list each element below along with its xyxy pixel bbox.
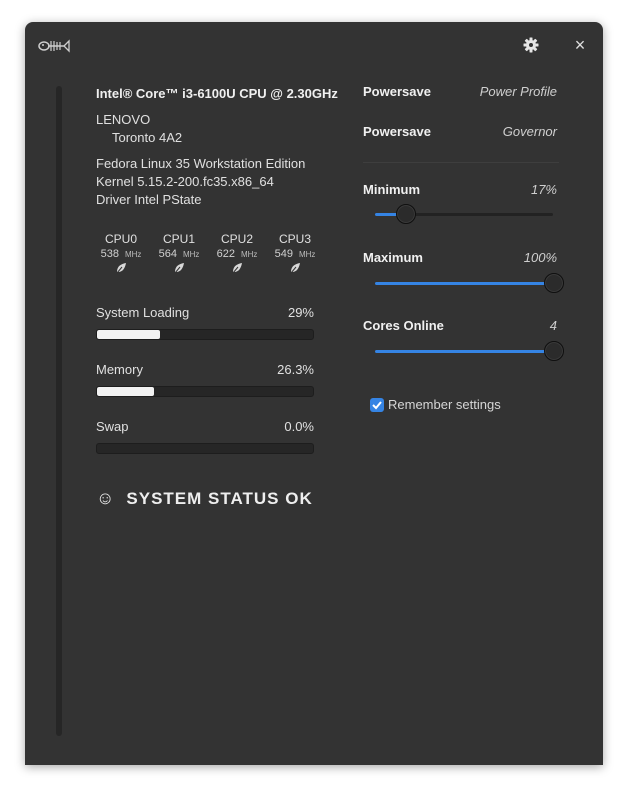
cpu-freq-value: 538	[100, 248, 119, 260]
cores-online-value: 4	[549, 318, 557, 333]
app-window: × Intel® Core™ i3-6100U CPU @ 2.30GHz LE…	[25, 22, 603, 765]
maximum-slider[interactable]	[375, 273, 564, 295]
cpu-freq: 622 MHz	[208, 248, 266, 260]
power-profile-value[interactable]: Powersave	[363, 84, 431, 99]
settings-button[interactable]	[522, 36, 540, 54]
smiley-icon: ☺	[96, 488, 115, 508]
cpu-freq: 564 MHz	[150, 248, 208, 260]
gear-icon	[523, 37, 539, 53]
driver-name: Driver Intel PState	[96, 192, 202, 207]
meter-value: 29%	[287, 305, 314, 320]
leaf-icon	[290, 263, 300, 274]
maximum-value: 100%	[523, 250, 557, 265]
slider-knob[interactable]	[544, 273, 564, 293]
meter-label: System Loading	[96, 305, 190, 320]
scrollbar[interactable]	[56, 86, 62, 736]
cpu-cell: CPU0 538 MHz	[92, 232, 150, 274]
meter-label: Swap	[96, 419, 129, 434]
cpu-freq-unit: MHz	[240, 250, 258, 259]
cpu-model: Intel® Core™ i3-6100U CPU @ 2.30GHz	[96, 86, 338, 101]
governor-label: Governor	[502, 124, 557, 139]
slider-knob[interactable]	[396, 204, 417, 224]
leaf-icon	[116, 263, 126, 274]
minimum-slider[interactable]	[375, 204, 553, 226]
cpu-cell: CPU2 622 MHz	[208, 232, 266, 274]
cpu-name: CPU0	[104, 232, 137, 246]
cpu-freq-value: 622	[216, 248, 235, 260]
meter-label: Memory	[96, 362, 143, 377]
maximum-label: Maximum	[363, 250, 423, 265]
kernel-version: Kernel 5.15.2-200.fc35.x86_64	[96, 174, 274, 189]
separator	[363, 162, 559, 163]
slider-knob[interactable]	[544, 341, 564, 361]
progress-bar	[96, 386, 314, 397]
meter-value: 26.3%	[277, 362, 314, 377]
cpu-freq-value: 564	[158, 248, 177, 260]
remember-settings-checkbox[interactable]: Remember settings	[370, 396, 501, 414]
governor-value[interactable]: Powersave	[363, 124, 431, 139]
cores-online-slider[interactable]	[375, 341, 564, 363]
cpu-freq-value: 549	[274, 248, 293, 260]
check-icon	[372, 401, 382, 410]
minimum-value: 17%	[530, 182, 557, 197]
checkbox[interactable]	[370, 397, 384, 412]
minimum-label: Minimum	[363, 182, 421, 197]
fish-logo-icon	[38, 39, 70, 53]
machine-model: Toronto 4A2	[112, 130, 183, 145]
cpu-cell: CPU3 549 MHz	[266, 232, 324, 274]
cpu-name: CPU3	[278, 232, 311, 246]
cpu-name: CPU1	[162, 232, 195, 246]
cpu-freq-unit: MHz	[298, 250, 316, 259]
cpu-name: CPU2	[220, 232, 253, 246]
checkbox-label: Remember settings	[388, 397, 501, 413]
cpu-frequency-grid: CPU0 538 MHz CPU1 564 MHz CPU2 622 MHz CPU3…	[92, 232, 318, 282]
cpu-freq-unit: MHz	[182, 250, 200, 259]
cpu-cell: CPU1 564 MHz	[150, 232, 208, 274]
cpu-freq-unit: MHz	[124, 250, 142, 259]
cpu-freq: 538 MHz	[92, 248, 150, 260]
title-bar: ×	[25, 22, 603, 68]
progress-bar	[96, 443, 314, 454]
slider-fill	[375, 350, 553, 353]
cpu-freq: 549 MHz	[266, 248, 324, 260]
slider-fill	[375, 282, 553, 285]
vendor-name: LENOVO	[96, 112, 151, 127]
meter-value: 0.0%	[284, 419, 314, 434]
cores-online-label: Cores Online	[363, 318, 444, 333]
system-status: ☺ SYSTEM STATUS OK	[96, 488, 313, 509]
close-button[interactable]: ×	[571, 35, 589, 55]
power-profile-label: Power Profile	[479, 84, 557, 99]
progress-fill	[97, 387, 154, 396]
leaf-icon	[174, 263, 184, 274]
os-name: Fedora Linux 35 Workstation Edition	[96, 156, 306, 171]
status-text: SYSTEM STATUS OK	[126, 489, 313, 508]
leaf-icon	[232, 263, 242, 274]
progress-bar	[96, 329, 314, 340]
progress-fill	[97, 330, 160, 339]
